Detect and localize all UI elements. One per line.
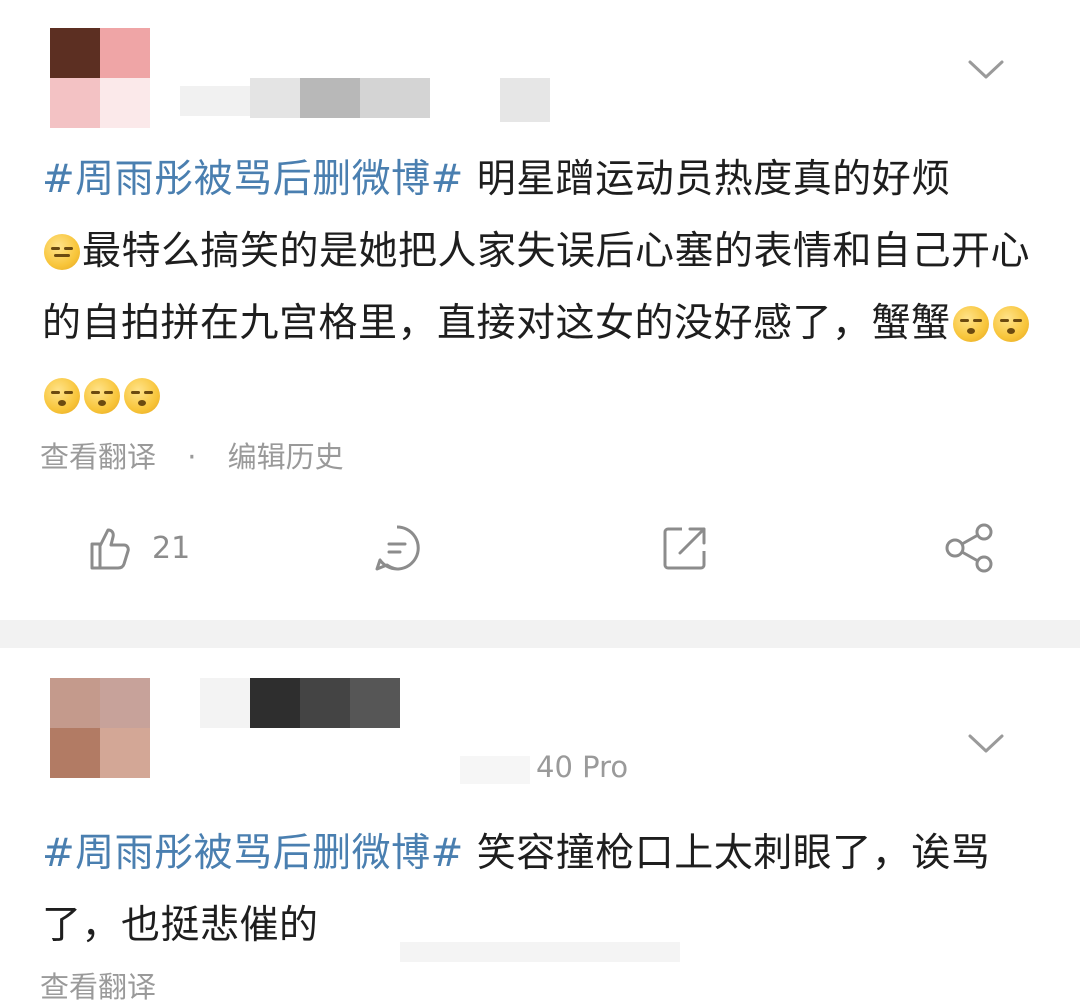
face-emoji-icon [952, 306, 989, 342]
like-count: 21 [152, 530, 191, 566]
action-bar: 21 [0, 508, 1080, 588]
avatar[interactable] [50, 28, 150, 128]
share-icon [944, 523, 996, 573]
repost-icon [660, 523, 710, 573]
face-emoji-icon [124, 378, 160, 414]
like-button[interactable]: 21 [86, 508, 190, 588]
comment-icon [372, 523, 422, 573]
face-emoji-icon [992, 306, 1029, 342]
repost-button[interactable] [660, 508, 710, 588]
edit-history-link[interactable]: 编辑历史 [228, 440, 344, 474]
time-blurred [460, 756, 530, 784]
separator: · [187, 440, 197, 474]
post-text-2: 最特么搞笑的是她把人家失误后心塞的表情和自己开心的自拍拼在九宫格里，直接对这女的… [42, 229, 1031, 346]
post-text-1: 明星蹭运动员热度真的好烦 [463, 157, 951, 202]
translate-link[interactable]: 查看翻译 [40, 440, 156, 474]
translate-link[interactable]: 查看翻译 [40, 970, 156, 1004]
chevron-down-icon[interactable] [966, 58, 1006, 86]
chevron-down-icon[interactable] [966, 732, 1006, 760]
post-links: 查看翻译 [40, 964, 178, 1006]
post-card: #周雨彤被骂后删微博# 明星蹭运动员热度真的好烦 最特么搞笑的是她把人家失误后心… [0, 0, 1080, 620]
post-card: 40 Pro #周雨彤被骂后删微博# 笑容撞枪口上太刺眼了，诶骂了，也挺悲催的 … [0, 648, 1080, 1004]
post-content: #周雨彤被骂后删微博# 明星蹭运动员热度真的好烦 最特么搞笑的是她把人家失误后心… [42, 144, 1050, 432]
post-links: 查看翻译 · 编辑历史 [40, 434, 366, 476]
post-content: #周雨彤被骂后删微博# 笑容撞枪口上太刺眼了，诶骂了，也挺悲催的 [42, 818, 1040, 962]
face-emoji-icon [84, 378, 120, 414]
topic-tag[interactable]: #周雨彤被骂后删微博# [42, 157, 464, 202]
post-divider [0, 620, 1080, 648]
face-emoji-icon [44, 378, 80, 414]
blurred-strip [400, 942, 680, 962]
shy-face-emoji-icon [44, 234, 80, 270]
comment-button[interactable] [372, 508, 422, 588]
topic-tag[interactable]: #周雨彤被骂后删微博# [42, 831, 464, 876]
device-label: 40 Pro [536, 750, 629, 784]
post-meta-blurred [180, 78, 560, 124]
avatar[interactable] [50, 678, 150, 778]
thumbs-up-icon [86, 524, 134, 572]
share-button[interactable] [944, 508, 996, 588]
username-blurred[interactable] [200, 678, 410, 728]
